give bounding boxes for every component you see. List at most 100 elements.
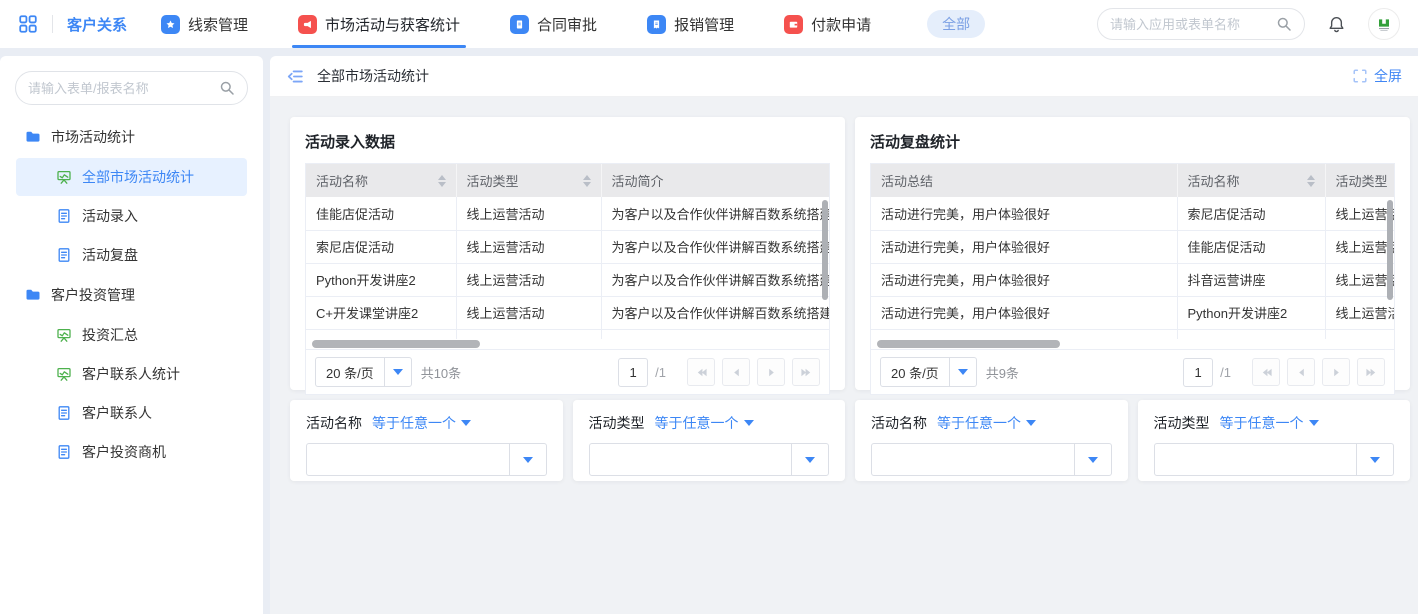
first-page-button[interactable] [687, 358, 715, 386]
user-avatar[interactable] [1368, 8, 1400, 40]
form-icon [56, 247, 72, 263]
column-header[interactable]: 活动简介 [601, 164, 829, 197]
filter-field-label: 活动名称 [306, 413, 362, 433]
workspace-title[interactable]: 客户关系 [67, 14, 127, 35]
sidebar-item[interactable]: 活动复盘 [16, 236, 247, 274]
table-row[interactable]: 活动进行完美，用户体验很好Python开发讲座2线上运营活动 [871, 296, 1394, 329]
cell: 抖音运营讲座 [1177, 263, 1325, 296]
filter-value-select[interactable] [589, 443, 830, 476]
sidebar-item[interactable]: 投资汇总 [16, 316, 247, 354]
page-input[interactable]: 1 [618, 358, 648, 387]
table-row[interactable]: 佳能店促活动线上运营活动为客户以及合作伙伴讲解百数系统搭建 [306, 197, 829, 230]
search-icon[interactable] [219, 80, 235, 96]
sidebar-item[interactable]: 活动录入 [16, 197, 247, 235]
vertical-scrollbar-thumb[interactable] [822, 200, 828, 300]
table-row[interactable]: 索尼店促活动线上运营活动为客户以及合作伙伴讲解百数系统搭建 [306, 230, 829, 263]
filter-value-select[interactable] [1154, 443, 1395, 476]
sidebar-search-input[interactable] [28, 81, 213, 96]
sort-icon[interactable] [1301, 175, 1315, 187]
filter-card-1: 活动名称等于任意一个 [290, 400, 563, 481]
last-page-button[interactable] [1357, 358, 1385, 386]
search-icon[interactable] [1276, 16, 1292, 32]
vertical-scrollbar-thumb[interactable] [1387, 200, 1393, 300]
cell: 索尼店促活动 [1177, 197, 1325, 230]
app-tab-3[interactable]: 合同审批 [510, 0, 597, 48]
column-header[interactable]: 活动类型 [1325, 164, 1394, 197]
filter-operator-button[interactable]: 等于任意一个 [372, 413, 471, 433]
cell [456, 329, 601, 339]
sidebar-folder-1[interactable]: 市场活动统计 [0, 117, 263, 157]
page-size-select[interactable]: 20 条/页 [880, 357, 977, 387]
global-search-input[interactable] [1110, 17, 1270, 32]
table-cards-row: 活动录入数据活动名称活动类型活动简介佳能店促活动线上运营活动为客户以及合作伙伴讲… [290, 117, 1410, 390]
notification-bell-icon[interactable] [1327, 15, 1346, 34]
page-input[interactable]: 1 [1183, 358, 1213, 387]
column-header-inner: 活动总结 [881, 171, 1167, 190]
filter-operator-button[interactable]: 等于任意一个 [1220, 413, 1319, 433]
cell: 活动进行完美，用户体验很好 [871, 296, 1177, 329]
table-row[interactable]: Python开发讲座2线上运营活动为客户以及合作伙伴讲解百数系统搭建 [306, 263, 829, 296]
horizontal-scrollbar-thumb[interactable] [312, 340, 480, 348]
column-header-label: 活动名称 [1188, 171, 1240, 190]
navbar-left: 客户关系 [18, 0, 127, 48]
sidebar-item[interactable]: 客户联系人 [16, 394, 247, 432]
page-size-select[interactable]: 20 条/页 [315, 357, 412, 387]
filter-operator-button[interactable]: 等于任意一个 [937, 413, 1036, 433]
last-page-button[interactable] [792, 358, 820, 386]
first-page-button[interactable] [1252, 358, 1280, 386]
sort-icon[interactable] [577, 175, 591, 187]
sidebar-item-label: 客户投资商机 [82, 442, 166, 462]
app-tab-2[interactable]: 市场活动与获客统计 [298, 0, 460, 48]
sidebar-folder-label: 市场活动统计 [51, 127, 135, 147]
table-row[interactable]: 活动进行完美，用户体验很好佳能店促活动线上运营活动 [871, 230, 1394, 263]
column-header[interactable]: 活动总结 [871, 164, 1177, 197]
sidebar-item-label: 客户联系人 [82, 403, 152, 423]
table-row[interactable]: C+开发课堂讲座2线上运营活动为客户以及合作伙伴讲解百数系统搭建 [306, 296, 829, 329]
previous-page-button[interactable] [1287, 358, 1315, 386]
pager-controls: 1/1 [1183, 358, 1385, 387]
cell [306, 329, 456, 339]
collapse-sidebar-icon[interactable] [286, 67, 305, 86]
sort-icon[interactable] [432, 175, 446, 187]
chevron-down-icon [1074, 444, 1111, 475]
chevron-down-icon [384, 358, 411, 386]
table-clip: 活动名称活动类型 活动简介佳能店促活动线上运营活动为客户以及合作伙伴讲解百数系统搭… [306, 164, 829, 339]
sidebar-item[interactable]: 全部市场活动统计 [16, 158, 247, 196]
app-tab-label: 线索管理 [188, 14, 248, 35]
filter-value-select[interactable] [871, 443, 1112, 476]
app-tab-5[interactable]: 付款申请 [784, 0, 871, 48]
horizontal-scrollbar-thumb[interactable] [877, 340, 1060, 348]
cell: 线上运营活动 [1325, 263, 1394, 296]
table-row[interactable]: 活动进行完美，用户体验很好索尼店促活动线上运营活动 [871, 197, 1394, 230]
column-header[interactable]: 活动名称 [306, 164, 456, 197]
filter-field-label: 活动类型 [589, 413, 645, 433]
sidebar-item-label: 全部市场活动统计 [82, 167, 194, 187]
column-header[interactable]: 活动名称 [1177, 164, 1325, 197]
sidebar-folder-2[interactable]: 客户投资管理 [0, 275, 263, 315]
fullscreen-button[interactable]: 全屏 [1352, 66, 1402, 86]
all-apps-badge[interactable]: 全部 [927, 10, 985, 38]
chevron-down-icon [509, 444, 546, 475]
megaphone-icon [298, 15, 317, 34]
column-header-inner: 活动类型 [467, 171, 591, 190]
table-header-row: 活动名称活动类型 活动简介 [306, 164, 829, 197]
filter-operator-button[interactable]: 等于任意一个 [655, 413, 754, 433]
previous-page-button[interactable] [722, 358, 750, 386]
column-header-label: 活动类型 [467, 171, 519, 190]
column-header[interactable]: 活动类型 [456, 164, 601, 197]
apps-grid-icon[interactable] [18, 14, 38, 34]
app-tab-1[interactable]: 线索管理 [161, 0, 248, 48]
next-page-button[interactable] [757, 358, 785, 386]
app-tab-label: 报销管理 [674, 14, 734, 35]
sidebar-item[interactable]: 客户投资商机 [16, 433, 247, 471]
next-page-button[interactable] [1322, 358, 1350, 386]
table-row[interactable]: 活动进行完美，用户体验很好抖音运营讲座线上运营活动 [871, 263, 1394, 296]
filter-field-label: 活动类型 [1154, 413, 1210, 433]
table-container: 活动总结活动名称活动类型活动进行完美，用户体验很好索尼店促活动线上运营活动活动进… [870, 163, 1395, 395]
sidebar-item[interactable]: 客户联系人统计 [16, 355, 247, 393]
filter-value-select[interactable] [306, 443, 547, 476]
folder-icon [25, 287, 41, 303]
chart-report-icon [56, 366, 72, 382]
column-header-inner: 活动名称 [1188, 171, 1315, 190]
app-tab-4[interactable]: 报销管理 [647, 0, 734, 48]
